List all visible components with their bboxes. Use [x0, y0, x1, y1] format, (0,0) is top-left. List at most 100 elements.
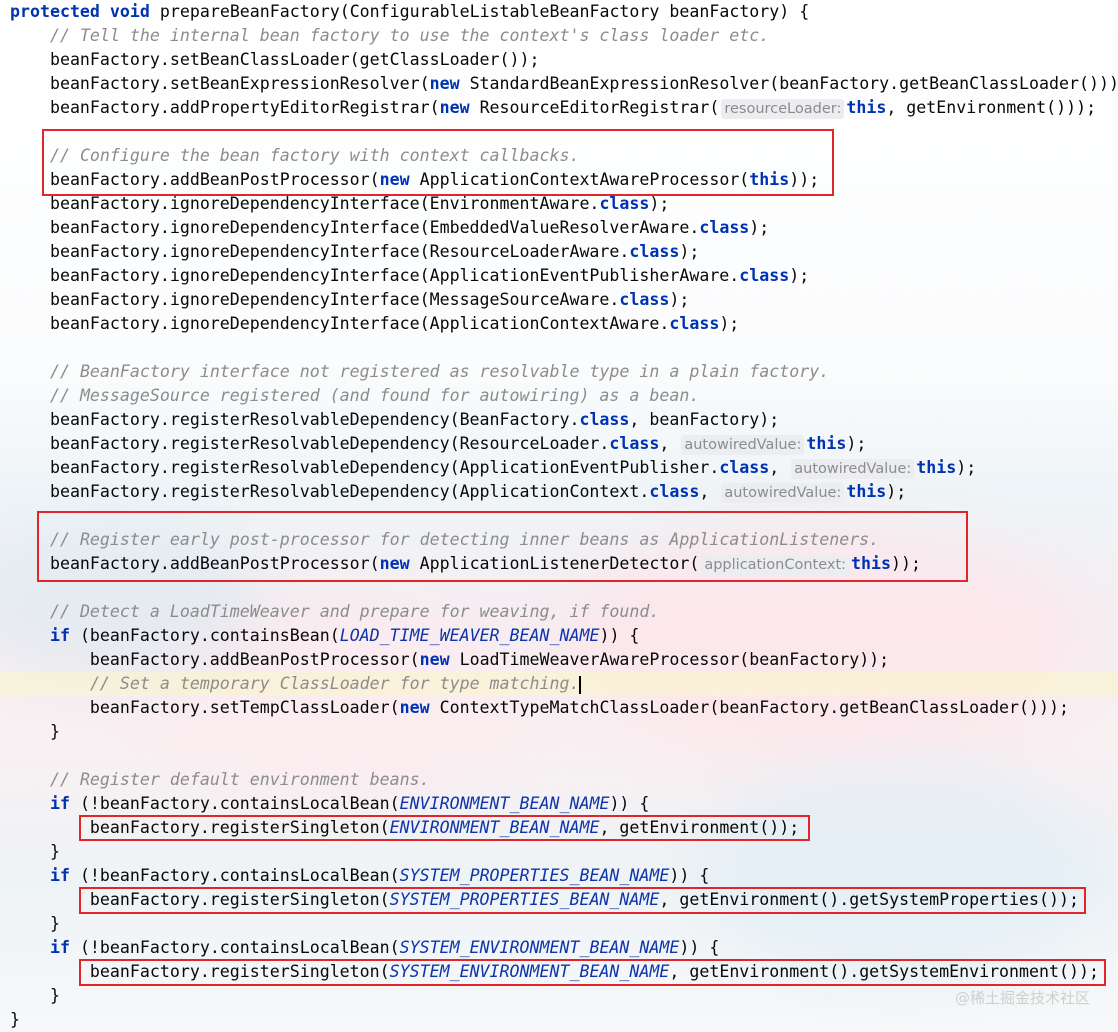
code-line[interactable]: } [0, 912, 60, 936]
code-line[interactable] [0, 576, 10, 600]
code-token: ApplicationListenerDetector( [409, 554, 700, 573]
code-line[interactable]: beanFactory.registerSingleton(SYSTEM_ENV… [0, 960, 1099, 984]
code-token: } [10, 914, 60, 933]
code-line[interactable]: beanFactory.addBeanPostProcessor(new App… [0, 168, 819, 192]
code-line[interactable]: if (!beanFactory.containsLocalBean(SYSTE… [0, 936, 719, 960]
code-line[interactable]: // Configure the bean factory with conte… [0, 144, 580, 168]
code-token: , getEnvironment())); [886, 98, 1097, 117]
code-line[interactable]: beanFactory.setTempClassLoader(new Conte… [0, 696, 1069, 720]
code-line[interactable] [0, 336, 10, 360]
code-line[interactable]: // Detect a LoadTimeWeaver and prepare f… [0, 600, 659, 624]
code-token: beanFactory.ignoreDependencyInterface(Re… [10, 242, 630, 261]
code-token: new [419, 650, 450, 669]
code-line[interactable]: beanFactory.ignoreDependencyInterface(Ap… [0, 264, 809, 288]
code-line[interactable]: beanFactory.ignoreDependencyInterface(Ap… [0, 312, 739, 336]
code-line[interactable] [0, 504, 10, 528]
code-line[interactable]: // Tell the internal bean factory to use… [0, 24, 769, 48]
code-line[interactable]: if (beanFactory.containsBean(LOAD_TIME_W… [0, 624, 639, 648]
code-line[interactable]: if (!beanFactory.containsLocalBean(ENVIR… [0, 792, 649, 816]
code-line[interactable]: // Register early post-processor for det… [0, 528, 879, 552]
code-line[interactable]: beanFactory.registerResolvableDependency… [0, 408, 779, 432]
code-line[interactable]: protected void prepareBeanFactory(Config… [0, 0, 809, 24]
code-token: new [379, 554, 410, 573]
code-token: prepareBeanFactory(ConfigurableListableB… [149, 2, 810, 21]
code-line[interactable]: beanFactory.setBeanExpressionResolver(ne… [0, 72, 1118, 96]
code-token: LOAD_TIME_WEAVER_BEAN_NAME [339, 626, 600, 645]
code-line[interactable]: beanFactory.addBeanPostProcessor(new App… [0, 552, 921, 576]
code-token: beanFactory.ignoreDependencyInterface(Me… [10, 290, 620, 309]
code-token: , getEnvironment()); [599, 818, 800, 837]
code-line[interactable]: beanFactory.registerResolvableDependency… [0, 456, 976, 480]
code-line[interactable]: beanFactory.ignoreDependencyInterface(Me… [0, 288, 689, 312]
code-line[interactable]: // MessageSource registered (and found f… [0, 384, 699, 408]
code-token: ENVIRONMENT_BEAN_NAME [389, 818, 600, 837]
code-token: SYSTEM_PROPERTIES_BEAN_NAME [399, 866, 670, 885]
code-token: SYSTEM_ENVIRONMENT_BEAN_NAME [399, 938, 680, 957]
code-token: SYSTEM_PROPERTIES_BEAN_NAME [389, 890, 660, 909]
parameter-hint: autowiredValue: [721, 483, 845, 503]
code-token: ); [669, 290, 690, 309]
code-line[interactable]: } [0, 984, 60, 1008]
code-line[interactable]: beanFactory.ignoreDependencyInterface(Re… [0, 240, 699, 264]
code-token: new [429, 74, 460, 93]
code-token: beanFactory.addBeanPostProcessor( [10, 170, 380, 189]
code-line[interactable]: beanFactory.ignoreDependencyInterface(Em… [0, 216, 769, 240]
code-token: this [916, 458, 957, 477]
code-token: class [599, 194, 650, 213]
code-token: beanFactory.addPropertyEditorRegistrar( [10, 98, 440, 117]
code-token: ); [679, 242, 700, 261]
code-comment: // MessageSource registered (and found f… [49, 386, 700, 405]
code-token: } [10, 1010, 20, 1029]
code-line[interactable] [0, 744, 10, 768]
code-line[interactable]: } [0, 1008, 20, 1032]
code-token: , getEnvironment().getSystemEnvironment(… [669, 962, 1099, 981]
code-line[interactable]: beanFactory.ignoreDependencyInterface(En… [0, 192, 669, 216]
code-token: beanFactory.registerResolvableDependency… [10, 434, 610, 453]
code-token: if [49, 866, 70, 885]
code-line[interactable]: beanFactory.setBeanClassLoader(getClassL… [0, 48, 540, 72]
code-token: ); [649, 194, 670, 213]
code-line[interactable]: beanFactory.registerSingleton(ENVIRONMEN… [0, 816, 799, 840]
code-comment: // Detect a LoadTimeWeaver and prepare f… [49, 602, 660, 621]
code-token: )); [891, 554, 921, 573]
code-token: beanFactory.setBeanClassLoader(getClassL… [10, 50, 540, 69]
code-line[interactable]: beanFactory.registerSingleton(SYSTEM_PRO… [0, 888, 1079, 912]
code-line[interactable] [0, 120, 10, 144]
code-line[interactable]: beanFactory.registerResolvableDependency… [0, 480, 906, 504]
parameter-hint: autowiredValue: [681, 435, 805, 455]
code-token: beanFactory.registerResolvableDependency… [10, 482, 650, 501]
code-line[interactable]: // BeanFactory interface not registered … [0, 360, 829, 384]
code-token: new [379, 170, 410, 189]
code-token: this [806, 434, 847, 453]
code-token: ); [749, 218, 770, 237]
code-line[interactable]: } [0, 720, 60, 744]
code-token: , [659, 434, 680, 453]
code-line[interactable]: if (!beanFactory.containsLocalBean(SYSTE… [0, 864, 709, 888]
code-editor[interactable]: protected void prepareBeanFactory(Config… [0, 0, 1118, 1032]
code-token: )) { [609, 794, 650, 813]
code-line[interactable]: beanFactory.addBeanPostProcessor(new Loa… [0, 648, 889, 672]
watermark: @稀土掘金技术社区 [954, 989, 1090, 1007]
code-line[interactable]: beanFactory.addPropertyEditorRegistrar(n… [0, 96, 1096, 120]
code-token: class [649, 482, 700, 501]
code-token: , [699, 482, 720, 501]
code-token: class [579, 410, 630, 429]
code-line[interactable]: // Set a temporary ClassLoader for type … [0, 672, 1118, 696]
code-token: )); [789, 170, 820, 189]
code-line[interactable]: beanFactory.registerResolvableDependency… [0, 432, 866, 456]
code-token: if [49, 938, 70, 957]
code-token: )) { [599, 626, 640, 645]
code-token: if [49, 626, 70, 645]
code-line[interactable]: // Register default environment beans. [0, 768, 430, 792]
code-token: beanFactory.setTempClassLoader( [10, 698, 400, 717]
code-token: } [10, 842, 60, 861]
code-line[interactable]: } [0, 840, 60, 864]
